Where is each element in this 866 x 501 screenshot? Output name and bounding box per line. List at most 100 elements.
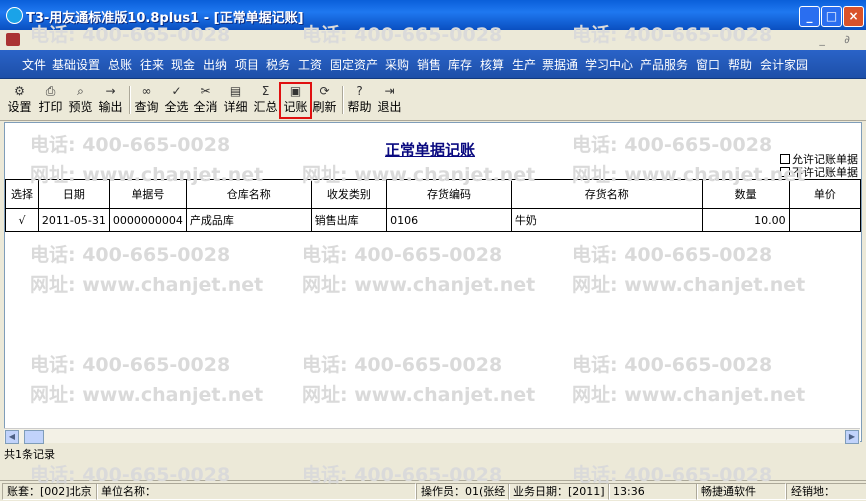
- status-operator: 操作员：01(张经: [416, 483, 510, 500]
- page-title: 正常单据记账: [385, 141, 476, 159]
- status-bar: 账套：[002]北京 单位名称： 操作员：01(张经 业务日期：[2011] 1…: [0, 480, 866, 501]
- mdi-controls[interactable]: _ ∂: [819, 33, 858, 46]
- menu-bills[interactable]: 票据通: [542, 56, 578, 73]
- deselect-all-button[interactable]: ✂ 全消: [191, 84, 220, 117]
- export-icon: →: [105, 84, 116, 98]
- status-company: 单位名称：: [96, 483, 416, 500]
- menu-project[interactable]: 项目: [235, 56, 259, 73]
- cell-doc-no[interactable]: 0000000004: [108, 208, 187, 232]
- header-quantity[interactable]: 数量: [701, 179, 790, 209]
- summary-icon: Σ: [261, 84, 270, 98]
- refresh-icon: ⟳: [319, 84, 330, 98]
- header-item-code[interactable]: 存货编码: [386, 179, 512, 209]
- record-count: 共1条记录: [4, 448, 55, 461]
- scroll-thumb[interactable]: [24, 430, 44, 444]
- checkbox-icon[interactable]: [780, 167, 790, 177]
- header-item-name[interactable]: 存货名称: [510, 179, 703, 209]
- toolbar: ⚙ 设置 ⎙ 打印 ⌕ 预览 → 输出 ∞ 查询 ✓ 全选 ✂ 全消 ▤ 详细 Σ 汇总 ▣ 记账 …: [0, 80, 866, 121]
- menu-costing[interactable]: 核算: [480, 56, 504, 73]
- document-table: 选择 日期 单据号 仓库名称 收发类别 存货编码 存货名称 数量 单价 √ 20…: [5, 179, 861, 232]
- cell-item-code[interactable]: 0106: [386, 208, 512, 232]
- scroll-right-icon[interactable]: ▶: [845, 430, 859, 444]
- header-unit-price[interactable]: 单价: [788, 179, 861, 209]
- detail-icon: ▤: [229, 84, 242, 98]
- select-all-button[interactable]: ✓ 全选: [162, 84, 191, 117]
- header-select[interactable]: 选择: [5, 179, 39, 209]
- exit-icon: ⇥: [384, 84, 395, 98]
- post-button[interactable]: ▣ 记账: [279, 82, 312, 119]
- menu-basic[interactable]: 基础设置: [52, 56, 100, 73]
- status-account-set: 账套：[002]北京: [2, 483, 98, 500]
- binoculars-icon: ∞: [141, 84, 152, 98]
- cell-warehouse[interactable]: 产成品库: [185, 208, 312, 232]
- menu-learning[interactable]: 学习中心: [585, 56, 633, 73]
- preview-icon: ⌕: [77, 84, 84, 98]
- preview-button[interactable]: ⌕ 预览: [66, 84, 95, 117]
- menu-home[interactable]: 会计家园: [760, 56, 808, 73]
- menu-ar-ap[interactable]: 往来: [140, 56, 164, 73]
- help-button[interactable]: ? 帮助: [345, 84, 374, 117]
- menu-sales[interactable]: 销售: [417, 56, 441, 73]
- printer-icon: ⎙: [45, 84, 56, 98]
- settings-button[interactable]: ⚙ 设置: [5, 84, 34, 117]
- content-area: 正常单据记账 允许记账单据 不许记账单据 选择 日期 单据号 仓库名称 收发类别…: [4, 122, 862, 442]
- cell-quantity[interactable]: 10.00: [701, 208, 790, 232]
- scroll-left-icon[interactable]: ◀: [5, 430, 19, 444]
- header-doc-no[interactable]: 单据号: [108, 179, 187, 209]
- menu-production[interactable]: 生产: [512, 56, 536, 73]
- filter-disallow[interactable]: 不许记账单据: [780, 164, 858, 180]
- main-window: T3-用友通标准版10.8plus1 - [正常单据记账] _ □ × _ ∂ …: [0, 0, 866, 501]
- header-warehouse[interactable]: 仓库名称: [185, 179, 312, 209]
- menu-bar: 文件 基础设置 总账 往来 现金 出纳 项目 税务 工资 固定资产 采购 销售 …: [0, 50, 866, 79]
- settings-icon: ⚙: [14, 84, 25, 98]
- menu-window[interactable]: 窗口: [696, 56, 720, 73]
- app-logo-icon: [6, 33, 20, 46]
- status-time: 13:36: [608, 483, 698, 500]
- cell-category[interactable]: 销售出库: [310, 208, 388, 232]
- help-icon: ?: [356, 84, 363, 98]
- cell-unit-price[interactable]: [788, 208, 861, 232]
- menu-services[interactable]: 产品服务: [640, 56, 688, 73]
- menu-cash[interactable]: 现金: [171, 56, 195, 73]
- table-row[interactable]: √ 2011-05-31 0000000004 产成品库 销售出库 0106 牛…: [5, 208, 861, 232]
- menu-cashier[interactable]: 出纳: [203, 56, 227, 73]
- summary-button[interactable]: Σ 汇总: [251, 84, 280, 117]
- menu-assets[interactable]: 固定资产: [330, 56, 378, 73]
- horizontal-scrollbar[interactable]: ◀ ▶: [4, 428, 860, 444]
- header-date[interactable]: 日期: [37, 179, 110, 209]
- menu-purchase[interactable]: 采购: [385, 56, 409, 73]
- status-business-date: 业务日期：[2011]: [508, 483, 610, 500]
- window-title: T3-用友通标准版10.8plus1 - [正常单据记账]: [26, 11, 304, 26]
- export-button[interactable]: → 输出: [96, 84, 125, 117]
- menu-help[interactable]: 帮助: [728, 56, 752, 73]
- query-button[interactable]: ∞ 查询: [132, 84, 161, 117]
- app-icon: [6, 7, 23, 24]
- menu-file[interactable]: 文件: [22, 56, 46, 73]
- refresh-button[interactable]: ⟳ 刷新: [310, 84, 339, 117]
- close-button[interactable]: ×: [843, 6, 864, 27]
- scissors-icon: ✂: [200, 84, 211, 98]
- detail-button[interactable]: ▤ 详细: [221, 84, 250, 117]
- checkbox-icon[interactable]: [780, 154, 790, 164]
- status-product: 畅捷通软件: [696, 483, 786, 500]
- status-dealer: 经销地：: [786, 483, 866, 500]
- cell-date[interactable]: 2011-05-31: [37, 208, 110, 232]
- cell-select[interactable]: √: [5, 208, 39, 232]
- post-icon: ▣: [289, 84, 302, 98]
- menu-ledger[interactable]: 总账: [108, 56, 132, 73]
- toolbar-separator: [129, 86, 131, 114]
- exit-button[interactable]: ⇥ 退出: [375, 84, 404, 117]
- title-bar[interactable]: T3-用友通标准版10.8plus1 - [正常单据记账] _ □ ×: [0, 0, 866, 30]
- select-all-icon: ✓: [171, 84, 182, 98]
- cell-item-name[interactable]: 牛奶: [510, 208, 703, 232]
- minimize-button[interactable]: _: [799, 6, 820, 27]
- table-header-row: 选择 日期 单据号 仓库名称 收发类别 存货编码 存货名称 数量 单价: [5, 179, 861, 209]
- header-category[interactable]: 收发类别: [310, 179, 388, 209]
- menu-payroll[interactable]: 工资: [298, 56, 322, 73]
- menu-tax[interactable]: 税务: [266, 56, 290, 73]
- print-button[interactable]: ⎙ 打印: [36, 84, 65, 117]
- maximize-button[interactable]: □: [821, 6, 842, 27]
- mdi-strip: _ ∂: [0, 30, 866, 50]
- menu-inventory[interactable]: 库存: [448, 56, 472, 73]
- toolbar-separator: [342, 86, 344, 114]
